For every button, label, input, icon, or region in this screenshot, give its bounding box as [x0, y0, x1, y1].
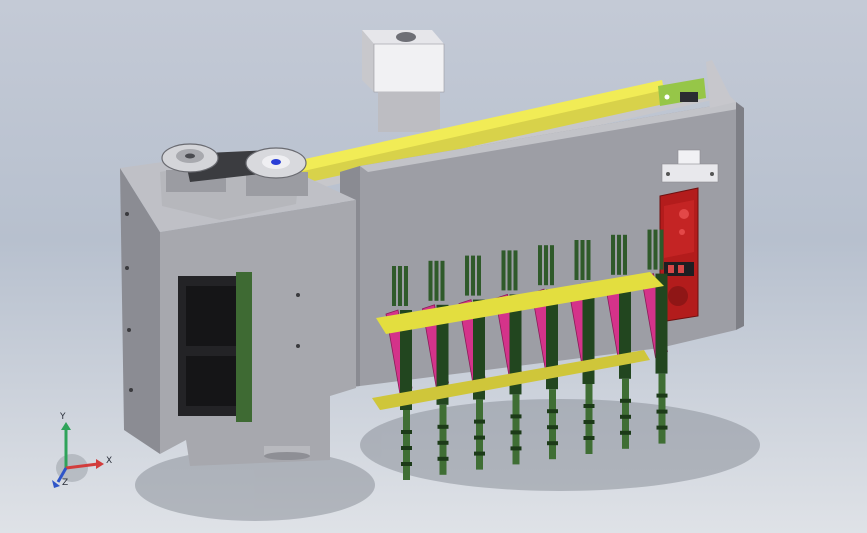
lower-shaft: [264, 446, 310, 460]
nozzle-rod: [507, 250, 512, 291]
nozzle-rod: [434, 260, 439, 301]
nozzle-ring: [583, 436, 595, 440]
nozzle-rod: [550, 245, 554, 286]
top-mount-block[interactable]: [362, 30, 445, 132]
nozzle-shaft: [585, 384, 593, 454]
nozzle-ring: [547, 441, 558, 446]
nozzle-rod: [623, 234, 627, 275]
nozzle-rod: [659, 229, 664, 270]
x-axis-label: X: [106, 456, 113, 466]
nozzle-ring: [510, 414, 522, 419]
nozzle-ring: [401, 430, 412, 434]
nozzle-ring: [583, 404, 595, 408]
nozzle-rod: [574, 240, 579, 280]
nozzle-rod: [611, 234, 615, 275]
nozzle-rod: [653, 229, 658, 270]
nozzle-rod: [580, 240, 585, 280]
nozzle-ring: [547, 425, 558, 430]
triad-graphic: [52, 422, 104, 488]
nozzle-rod: [398, 266, 402, 306]
x-axis-arrow: [96, 459, 104, 469]
nozzle-ring: [474, 435, 485, 440]
nozzle-shaft: [549, 389, 556, 460]
y-axis-label: Y: [60, 412, 66, 422]
nozzle-ring: [437, 456, 449, 461]
nozzle-ring: [474, 419, 485, 424]
assembly-model[interactable]: [0, 0, 867, 533]
nozzle-rod: [586, 240, 591, 280]
nozzle-ring: [656, 425, 668, 430]
nozzle-shaft: [658, 373, 666, 444]
cad-viewport[interactable]: Y X Z: [0, 0, 867, 533]
nozzle-ring: [620, 430, 631, 435]
z-axis-label: Z: [62, 478, 69, 488]
nozzle-rod: [501, 250, 506, 291]
nozzle-rod: [538, 245, 542, 286]
nozzle-body: [655, 273, 668, 374]
nozzle-ring: [401, 446, 412, 450]
nozzle-shaft: [476, 399, 483, 470]
nozzle-rod: [647, 229, 652, 270]
nozzle-ring: [656, 393, 668, 398]
nozzle-rod: [465, 255, 469, 296]
view-orientation-triad[interactable]: Y X Z: [46, 412, 116, 492]
nozzle-ring: [401, 462, 412, 466]
nozzle-rod: [471, 255, 475, 296]
nozzle-shaft: [403, 410, 410, 480]
nozzle-ring: [620, 414, 631, 419]
nozzle-shaft: [439, 404, 447, 475]
nozzle-ring: [510, 446, 522, 451]
nozzle-rod: [392, 266, 396, 306]
nozzle-rod: [617, 234, 621, 275]
corner-bracket: [706, 60, 736, 108]
nozzle-shaft: [512, 394, 520, 465]
nozzle-ring: [620, 398, 631, 403]
nozzle-rod: [477, 255, 481, 296]
stepper-motor[interactable]: [178, 272, 252, 422]
nozzle-rod: [544, 245, 548, 286]
nozzle-ring: [437, 424, 449, 429]
nozzle-ring: [583, 420, 595, 424]
nozzle-ring: [437, 440, 449, 445]
nozzle-rod: [428, 260, 433, 301]
nozzle-shaft: [622, 378, 629, 449]
nozzle-ring: [510, 430, 522, 435]
y-axis-arrow: [61, 422, 71, 430]
nozzle-ring: [474, 451, 485, 456]
nozzle-rod: [404, 266, 408, 306]
nozzle-rod: [440, 260, 445, 301]
nozzle-rod: [513, 250, 518, 291]
nozzle-ring: [656, 409, 668, 414]
nozzle-ring: [547, 409, 558, 414]
